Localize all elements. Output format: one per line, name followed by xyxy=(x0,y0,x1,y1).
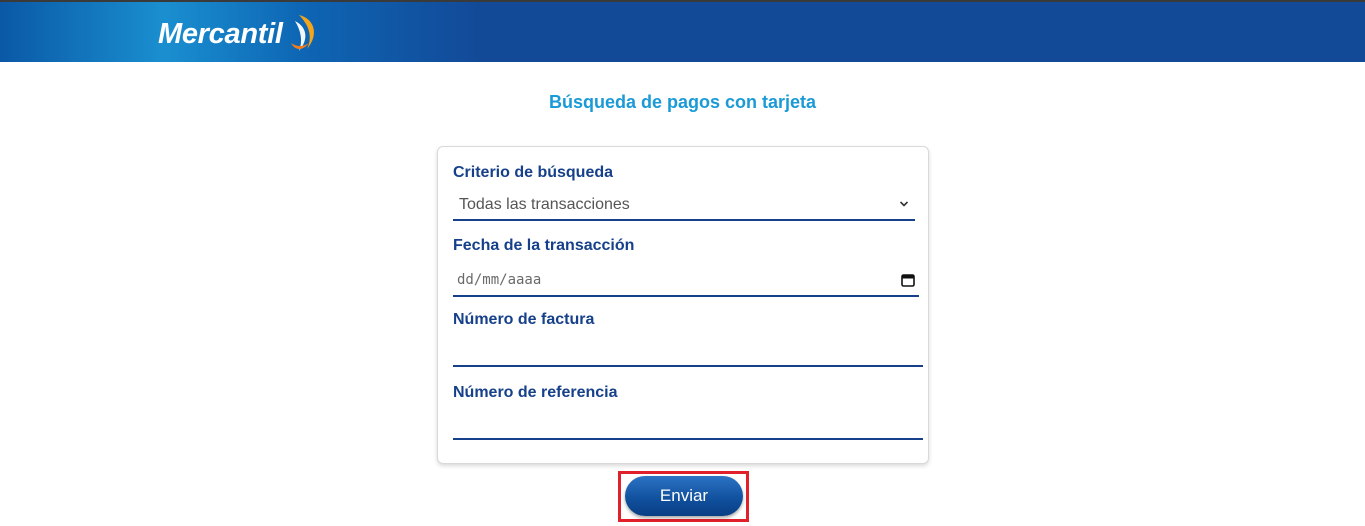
date-label: Fecha de la transacción xyxy=(453,237,635,254)
date-placeholder: dd/mm/aaaa xyxy=(457,272,542,288)
reference-label: Número de referencia xyxy=(453,384,618,401)
criteria-label: Criterio de búsqueda xyxy=(453,164,614,181)
chevron-down-icon xyxy=(899,201,909,207)
criteria-select[interactable]: Todas las transacciones xyxy=(453,191,915,221)
mercantil-logo: Mercantil xyxy=(158,12,321,56)
invoice-label: Número de factura xyxy=(453,311,595,328)
criteria-select-value: Todas las transacciones xyxy=(459,196,630,213)
swoosh-logo-icon xyxy=(290,15,314,51)
date-input[interactable]: dd/mm/aaaa xyxy=(453,265,919,297)
logo-text: Mercantil xyxy=(158,17,283,50)
top-banner: Mercantil xyxy=(0,0,1365,62)
submit-button[interactable]: Enviar xyxy=(625,476,743,516)
calendar-icon[interactable] xyxy=(901,273,915,287)
search-form-card: Criterio de búsqueda Todas las transacci… xyxy=(437,146,929,464)
page-title: Búsqueda de pagos con tarjeta xyxy=(548,92,817,112)
reference-input[interactable] xyxy=(453,410,923,440)
invoice-input[interactable] xyxy=(453,337,923,367)
